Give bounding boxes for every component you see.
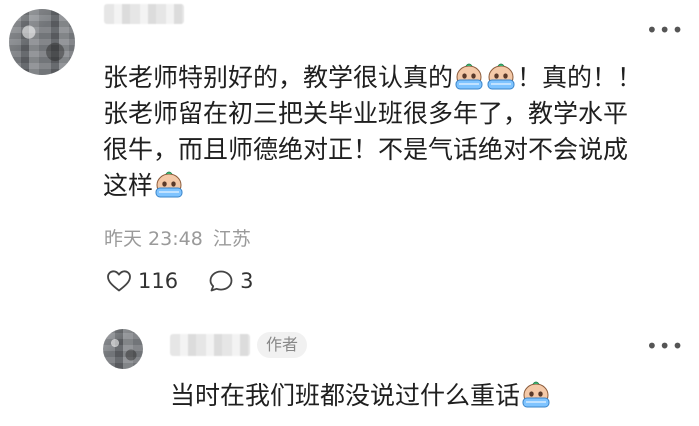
author-badge: 作者 bbox=[257, 332, 308, 358]
comment-actions: 116 3 bbox=[106, 266, 283, 296]
more-options-icon[interactable]: ••• bbox=[646, 20, 684, 40]
heart-outline-icon bbox=[107, 270, 131, 292]
comment-timestamp: 昨天 23:48 bbox=[104, 228, 203, 250]
comment-bubble-icon bbox=[209, 270, 233, 292]
reply-text: 当时在我们班都没说过什么重话 bbox=[170, 378, 552, 414]
crying-face-emoji-icon bbox=[521, 381, 551, 409]
comment-location: 江苏 bbox=[212, 228, 251, 250]
commenter-avatar[interactable] bbox=[9, 9, 75, 75]
reply-author-avatar[interactable] bbox=[103, 329, 143, 369]
like-button[interactable]: 116 bbox=[106, 269, 178, 293]
like-count: 116 bbox=[138, 269, 179, 293]
reply-more-options-icon[interactable]: ••• bbox=[646, 336, 684, 356]
reply-count: 3 bbox=[240, 269, 254, 293]
comment-line-1: 张老师特别好的，教学很认真的 ！真的！！ bbox=[103, 63, 643, 92]
comment-meta: 昨天 23:48 江苏 bbox=[104, 224, 251, 251]
crying-face-emoji-icon bbox=[154, 171, 184, 199]
comment-line-3: 很牛，而且师德绝对正！不是气话绝对不会说成 bbox=[103, 135, 629, 164]
comment-line-2: 张老师留在初三把关毕业班很多年了，教学水平 bbox=[103, 99, 629, 128]
reply-author-name-blurred[interactable] bbox=[170, 334, 250, 356]
reply-count-button[interactable]: 3 bbox=[208, 269, 253, 293]
commenter-name-blurred[interactable] bbox=[104, 4, 184, 24]
comment-line-4: 这样 bbox=[103, 168, 663, 204]
crying-face-emoji-icon bbox=[454, 63, 484, 91]
comment-text: 张老师特别好的，教学很认真的 ！真的！！ 张老师留在初三把关毕业班很多年了，教学水… bbox=[103, 60, 663, 204]
crying-face-emoji-icon bbox=[486, 63, 516, 91]
